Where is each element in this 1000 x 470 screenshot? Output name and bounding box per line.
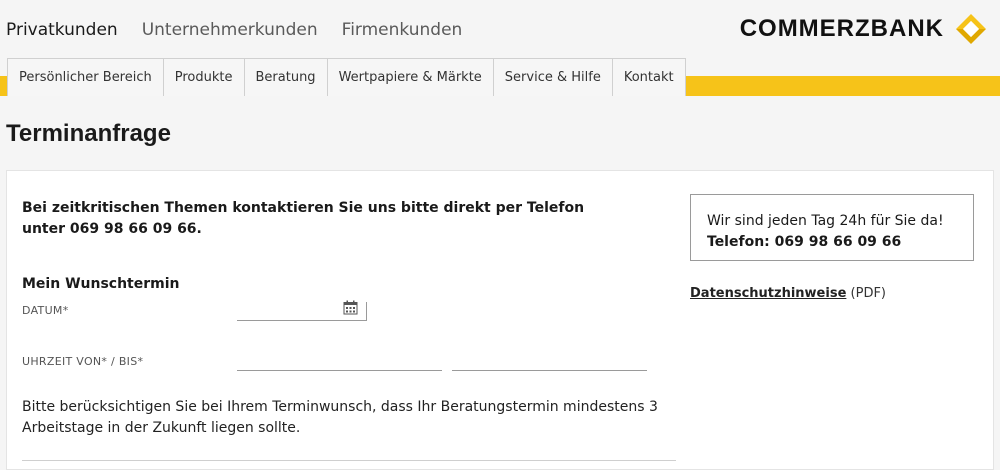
contact-phone[interactable]: Telefon: 069 98 66 09 66	[707, 232, 957, 253]
time-to-field[interactable]	[452, 352, 647, 371]
calendar-icon[interactable]	[343, 300, 358, 315]
commerzbank-logo[interactable]: COMMERZBANK	[740, 12, 988, 46]
scheduling-hint: Bitte berücksichtigen Sie bei Ihrem Term…	[22, 399, 658, 436]
tab-beratung[interactable]: Beratung	[243, 58, 328, 96]
tab-kontakt[interactable]: Kontakt	[611, 58, 686, 96]
segment-unternehmerkunden[interactable]: Unternehmerkunden	[142, 20, 318, 40]
segment-privatkunden[interactable]: Privatkunden	[6, 20, 118, 40]
contact-box: Wir sind jeden Tag 24h für Sie da! Telef…	[690, 194, 974, 261]
tab-produkte[interactable]: Produkte	[162, 58, 245, 96]
privacy-info: Datenschutzhinweise (PDF)	[690, 286, 886, 301]
ribbon-logo-icon	[956, 14, 986, 44]
contact-availability: Wir sind jeden Tag 24h für Sie da!	[707, 213, 944, 229]
tab-wertpapiere-maerkte[interactable]: Wertpapiere & Märkte	[326, 58, 494, 96]
privacy-link[interactable]: Datenschutzhinweise	[690, 286, 846, 301]
divider	[22, 460, 676, 461]
date-label: DATUM*	[22, 304, 69, 317]
segment-firmenkunden[interactable]: Firmenkunden	[342, 20, 463, 40]
page-title: Terminanfrage	[6, 120, 171, 147]
tab-service-hilfe[interactable]: Service & Hilfe	[492, 58, 613, 96]
logo-text: COMMERZBANK	[739, 15, 944, 42]
main-navigation: Persönlicher Bereich Produkte Beratung W…	[7, 58, 686, 96]
pdf-note: (PDF)	[850, 286, 887, 301]
tab-persoenlicher-bereich[interactable]: Persönlicher Bereich	[7, 58, 164, 96]
urgent-notice: Bei zeitkritischen Themen kontaktieren S…	[22, 200, 585, 237]
section-title: Mein Wunschtermin	[22, 276, 180, 292]
time-label: UHRZEIT VON* / BIS*	[22, 355, 144, 368]
time-from-field[interactable]	[237, 352, 442, 371]
segment-navigation: Privatkunden Unternehmerkunden Firmenkun…	[6, 20, 462, 40]
